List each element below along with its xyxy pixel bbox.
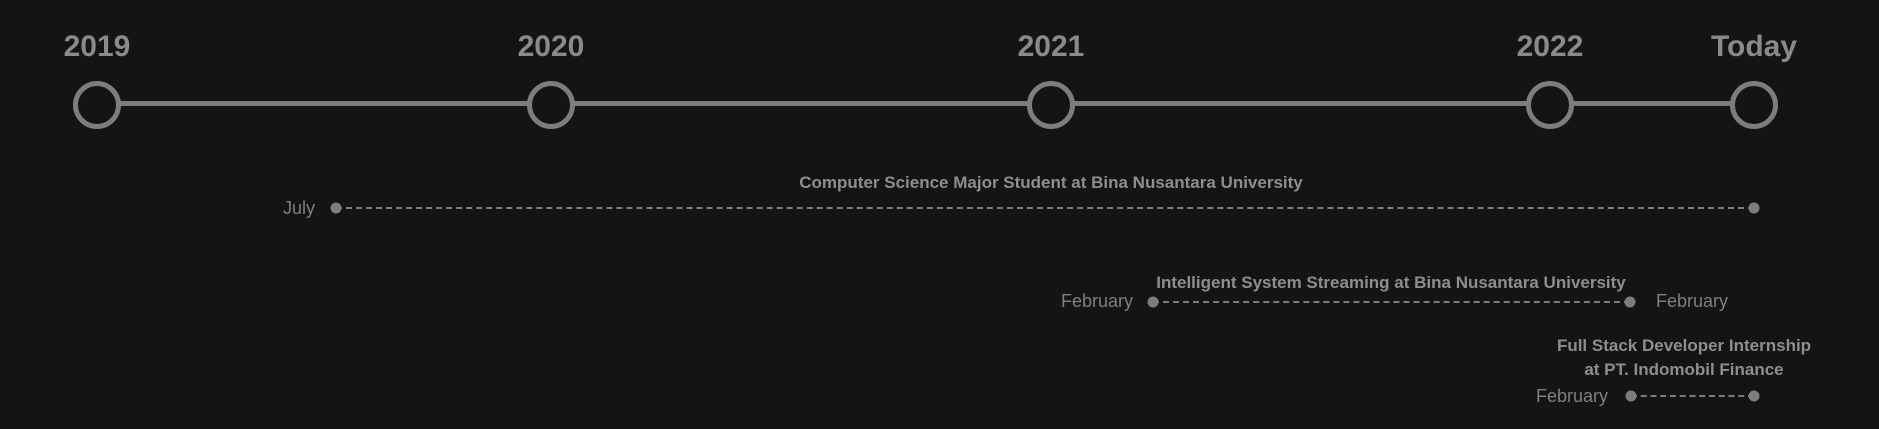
year-label-today: Today: [1710, 30, 1798, 63]
event-start-month: July: [283, 198, 316, 218]
timeline-axis-segment: [570, 101, 1030, 106]
event-start-dot: [330, 202, 342, 214]
year-node-2020: [527, 81, 575, 129]
year-node-2022: [1526, 81, 1574, 129]
event-title: Intelligent System Streaming at Bina Nus…: [1156, 273, 1626, 292]
year-label-2019: 2019: [63, 30, 131, 63]
year-node-today: [1730, 81, 1778, 129]
event-duration-line: [1631, 395, 1754, 397]
timeline: 2019 2020 2021 2022 Today Computer Scien…: [0, 0, 1879, 429]
event-end-dot: [1624, 296, 1636, 308]
event-start-dot: [1147, 296, 1159, 308]
year-label-2021: 2021: [1017, 30, 1085, 63]
event-title: Full Stack Developer Internship at PT. I…: [1557, 334, 1811, 382]
event-title-line: at PT. Indomobil Finance: [1584, 360, 1784, 379]
event-title-line: Full Stack Developer Internship: [1556, 336, 1812, 355]
year-node-2021: [1027, 81, 1075, 129]
timeline-axis-segment: [1570, 101, 1734, 106]
timeline-axis-segment: [116, 101, 530, 106]
event-start-month: February: [1061, 291, 1134, 311]
timeline-axis-segment: [1070, 101, 1530, 106]
year-label-2020: 2020: [517, 30, 585, 63]
event-end-month: February: [1656, 291, 1729, 311]
event-duration-line: [336, 207, 1754, 209]
event-title: Computer Science Major Student at Bina N…: [799, 173, 1303, 192]
event-start-month: February: [1536, 386, 1609, 406]
event-end-dot: [1748, 390, 1760, 402]
year-node-2019: [73, 81, 121, 129]
year-label-2022: 2022: [1516, 30, 1584, 63]
event-start-dot: [1625, 390, 1637, 402]
event-end-dot: [1748, 202, 1760, 214]
event-duration-line: [1153, 301, 1630, 303]
